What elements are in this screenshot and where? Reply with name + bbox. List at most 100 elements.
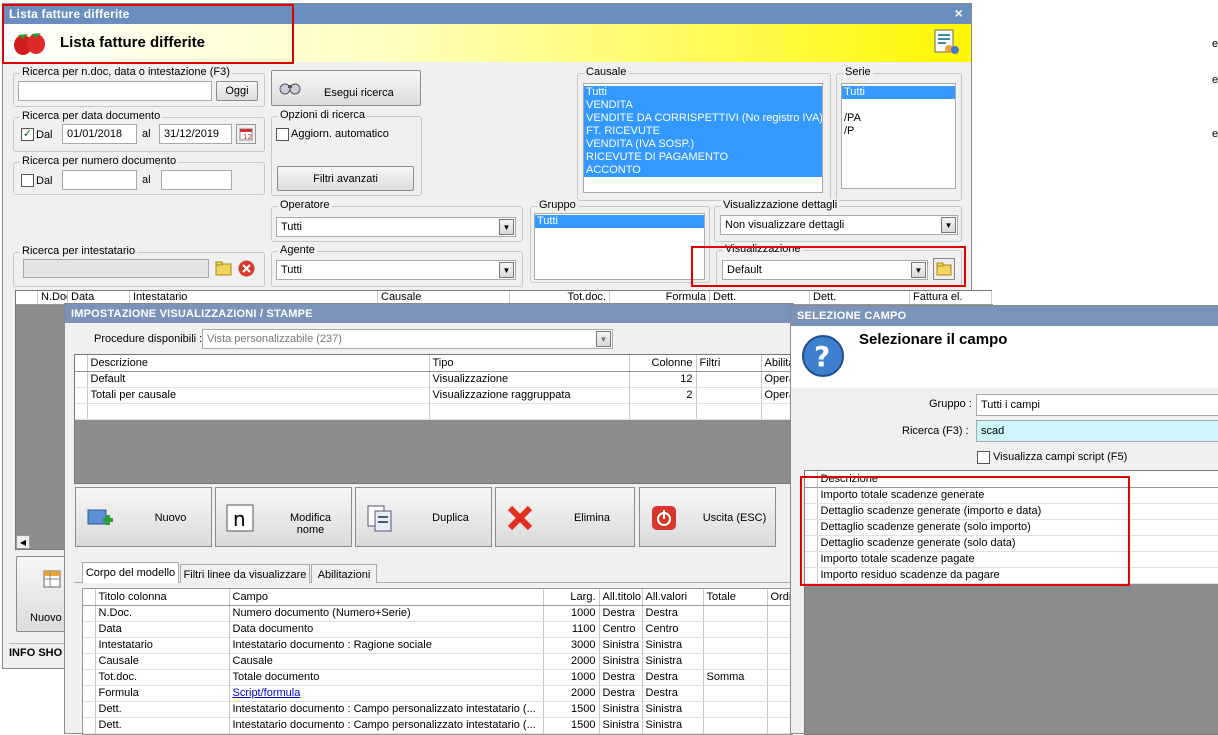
causale-item[interactable]: FT. RICEVUTE [584, 125, 822, 138]
body-row[interactable]: Dett. Intestatario documento : Campo pers… [83, 717, 792, 734]
report-users-icon[interactable] [933, 29, 959, 57]
owner-search-input[interactable] [23, 259, 209, 278]
causale-item[interactable]: RICEVUTE DI PAGAMENTO [584, 151, 822, 164]
operatore-legend: Operatore [278, 199, 332, 211]
fields-grid[interactable]: Descrizione Importo totale scadenze gene… [804, 470, 1218, 735]
field-row[interactable]: Dettaglio scadenze generate (solo import… [805, 519, 1218, 536]
exit-button[interactable]: Uscita (ESC) [639, 487, 776, 547]
body-column-header[interactable]: Campo [229, 589, 544, 606]
field-name: Importo totale scadenze generate [817, 487, 1218, 504]
body-row[interactable]: Causale Causale 2000 Sinistra Sinistra [83, 653, 792, 670]
views-column-header[interactable]: Descrizione [87, 355, 430, 372]
body-row[interactable]: N.Doc. Numero documento (Numero+Serie) 100… [83, 605, 792, 622]
body-cell: Sinistra [642, 701, 704, 718]
body-column-header[interactable]: All.valori [642, 589, 704, 606]
date-to-input[interactable]: 31/12/2019 [159, 124, 232, 144]
new-document-button[interactable]: Nuovo [16, 556, 68, 632]
chevron-down-icon[interactable]: ▼ [499, 219, 514, 235]
view-select[interactable]: Default ▼ [722, 260, 928, 280]
procedure-select[interactable]: Vista personalizzabile (237) ▼ [202, 329, 613, 349]
model-body-grid[interactable]: Titolo colonna Campo Larg. All.titolo All.va… [82, 588, 793, 735]
tab-1[interactable]: Filtri linee da visualizzare [180, 564, 310, 583]
serie-item[interactable] [842, 99, 955, 112]
grid-scroll-left-icon[interactable]: ◀ [16, 535, 30, 549]
date-from-label: Dal [36, 129, 53, 141]
new-view-button[interactable]: Nuovo [75, 487, 212, 547]
grid-column-header[interactable]: Fattura el. [910, 291, 992, 304]
advanced-filters-button[interactable]: Filtri avanzati [277, 166, 414, 191]
auto-update-checkbox[interactable] [276, 128, 289, 141]
body-row[interactable]: Tot.doc. Totale documento 1000 Destra Destra… [83, 669, 792, 686]
body-cell: Data documento [229, 621, 544, 638]
serie-item[interactable]: Tutti [842, 86, 955, 99]
duplicate-button[interactable]: Duplica [355, 487, 492, 547]
field-row[interactable]: Importo totale scadenze generate [805, 487, 1218, 504]
date-from-checkbox[interactable]: ✓ [21, 128, 34, 141]
body-column-header[interactable]: All.titolo [599, 589, 643, 606]
field-row[interactable]: Importo residuo scadenze da pagare [805, 567, 1218, 584]
causale-item[interactable]: ACCONTO [584, 164, 822, 177]
number-from-checkbox[interactable] [21, 174, 34, 187]
close-icon[interactable]: × [955, 5, 963, 21]
script-fields-checkbox[interactable] [977, 451, 990, 464]
chevron-down-icon[interactable]: ▼ [911, 262, 926, 278]
views-column-header[interactable]: Filtri [696, 355, 762, 372]
clear-icon[interactable] [237, 259, 256, 278]
serie-item[interactable]: /P [842, 125, 955, 138]
oggi-button[interactable]: Oggi [216, 81, 258, 101]
chevron-down-icon[interactable]: ▼ [499, 262, 514, 278]
field-row[interactable]: Importo totale scadenze pagate [805, 551, 1218, 568]
causale-item[interactable]: Tutti [584, 86, 822, 99]
field-row[interactable]: Dettaglio scadenze generate (importo e d… [805, 503, 1218, 520]
views-column-header[interactable]: Tipo [429, 355, 630, 372]
body-column-header[interactable]: Totale [703, 589, 768, 606]
serie-item[interactable]: /PA [842, 112, 955, 125]
field-row[interactable]: Dettaglio scadenze generate (solo data) [805, 535, 1218, 552]
causale-item[interactable]: VENDITA (IVA SOSP.) [584, 138, 822, 151]
body-row[interactable]: Data Data documento 1100 Centro Centro [83, 621, 792, 638]
chevron-down-icon[interactable]: ▼ [596, 331, 611, 347]
agente-value: Tutti [281, 264, 302, 276]
body-row[interactable]: Intestatario Intestatario documento : Rag… [83, 637, 792, 654]
causale-item[interactable]: VENDITE DA CORRISPETTIVI (No registro IV… [584, 112, 822, 125]
body-column-header[interactable]: Titolo colonna [95, 589, 230, 606]
grid-column-header[interactable] [16, 291, 38, 304]
serie-list[interactable]: Tutti/PA/P [841, 83, 956, 189]
number-from-label: Dal [36, 175, 53, 187]
causale-list[interactable]: Tutti VENDITA VENDITE DA CORRISPETTIVI (No… [583, 83, 823, 193]
views-row[interactable]: Totali per causale Visualizzazione raggru… [75, 387, 795, 404]
operatore-value: Tutti [281, 221, 302, 233]
delete-button[interactable]: Elimina [495, 487, 635, 547]
view-folder-icon[interactable] [933, 258, 955, 280]
question-icon: ? [801, 334, 845, 378]
ricerca-field[interactable]: scad [976, 420, 1218, 442]
views-column-header[interactable]: Colonne [629, 355, 697, 372]
folder-icon[interactable] [214, 259, 233, 278]
body-cell: 1000 [543, 605, 600, 622]
date-from-input[interactable]: 01/01/2018 [62, 124, 137, 144]
gruppo-list[interactable]: Tutti [534, 213, 705, 280]
ndoc-search-input[interactable] [18, 81, 212, 101]
selezione-window: SELEZIONE CAMPO ? Selezionare il campo G… [790, 305, 1218, 735]
operatore-select[interactable]: Tutti ▼ [276, 217, 516, 237]
rename-button[interactable]: n Modifica nome [215, 487, 352, 547]
ricerca-label: Ricerca (F3) : [902, 425, 969, 437]
views-grid[interactable]: Descrizione Tipo Colonne Filtri Abilita Defa… [74, 354, 795, 484]
causale-item[interactable]: VENDITA [584, 99, 822, 112]
number-to-input[interactable] [161, 170, 232, 190]
grid-column-header[interactable]: Dett. [810, 291, 910, 304]
body-row[interactable]: Formula Script/formula 2000 Destra Destra [83, 685, 792, 702]
gruppo-field[interactable]: Tutti i campi [976, 394, 1218, 416]
views-row[interactable]: Default Visualizzazione 12 Opera [75, 371, 795, 388]
agente-select[interactable]: Tutti ▼ [276, 260, 516, 280]
gruppo-item[interactable]: Tutti [535, 215, 704, 228]
calendar-icon[interactable]: 12 [236, 124, 256, 144]
number-from-input[interactable] [62, 170, 137, 190]
tab-0[interactable]: Corpo del modello [82, 562, 179, 583]
body-column-header[interactable]: Larg. [543, 589, 600, 606]
search-button[interactable]: Esegui ricerca [271, 70, 421, 106]
tab-2[interactable]: Abilitazioni [311, 564, 377, 583]
details-view-select[interactable]: Non visualizzare dettagli ▼ [720, 215, 958, 235]
chevron-down-icon[interactable]: ▼ [941, 217, 956, 233]
body-row[interactable]: Dett. Intestatario documento : Campo pers… [83, 701, 792, 718]
